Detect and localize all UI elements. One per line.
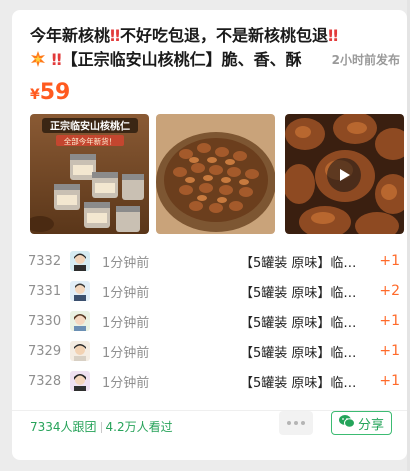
order-quantity: +1 bbox=[379, 373, 400, 389]
avatar bbox=[70, 341, 90, 361]
order-time: 1分钟前 bbox=[102, 315, 150, 331]
price: ¥59 bbox=[30, 80, 70, 105]
order-item: 【5罐装 原味】临安山核桃仁 bbox=[240, 345, 366, 361]
order-quantity: +2 bbox=[379, 283, 400, 299]
order-time: 1分钟前 bbox=[102, 285, 150, 301]
order-item: 【5罐装 原味】临安山核桃仁 bbox=[240, 255, 366, 271]
list-item[interactable]: 7332 1分钟前 【5罐装 原味】临安山核桃仁 +1 bbox=[28, 246, 400, 276]
order-quantity: +1 bbox=[379, 253, 400, 269]
title-text-1b: 不好吃包退，不是新核桃包退 bbox=[120, 26, 329, 45]
viewers-count: 4.2万人看过 bbox=[105, 420, 173, 434]
post-title[interactable]: 今年新核桃‼不好吃包退，不是新核桃包退‼ ‼【正宗临安山核桃仁】脆、香、酥 2小… bbox=[30, 24, 400, 72]
order-number: 7332 bbox=[28, 253, 62, 269]
dot bbox=[301, 421, 305, 425]
price-currency: ¥ bbox=[30, 87, 40, 103]
order-time: 1分钟前 bbox=[102, 255, 150, 271]
order-list: 7332 1分钟前 【5罐装 原味】临安山核桃仁 +1 7331 1分钟前 【5… bbox=[28, 246, 400, 396]
order-item: 【5罐装 原味】临安山核桃仁 bbox=[240, 375, 366, 391]
avatar bbox=[70, 311, 90, 331]
wechat-icon bbox=[338, 414, 355, 432]
walnut-closeup-video[interactable] bbox=[285, 114, 404, 234]
play-icon[interactable] bbox=[327, 158, 361, 192]
title-text-1: 今年新核桃 bbox=[30, 26, 111, 45]
order-time: 1分钟前 bbox=[102, 375, 150, 391]
avatar bbox=[70, 371, 90, 391]
list-item[interactable]: 7330 1分钟前 【5罐装 原味】临安山核桃仁 +1 bbox=[28, 306, 400, 336]
thumb-subcaption: 全部今年新货！ bbox=[64, 136, 117, 146]
group-stats: 7334人跟团 4.2万人看过 bbox=[30, 416, 173, 438]
order-item: 【5罐装 原味】临安山核桃仁 bbox=[240, 315, 366, 331]
share-button[interactable]: 分享 bbox=[331, 411, 392, 435]
title-line-1: 今年新核桃‼不好吃包退，不是新核桃包退‼ bbox=[30, 24, 400, 48]
followers-count: 7334人跟团 bbox=[30, 420, 97, 434]
list-item[interactable]: 7331 1分钟前 【5罐装 原味】临安山核桃仁 +2 bbox=[28, 276, 400, 306]
avatar bbox=[70, 251, 90, 271]
price-value: 59 bbox=[39, 80, 71, 105]
order-number: 7329 bbox=[28, 343, 62, 359]
list-item[interactable]: 7329 1分钟前 【5罐装 原味】临安山核桃仁 +1 bbox=[28, 336, 400, 366]
title-text-2: 【正宗临安山核桃仁】脆、香、酥 bbox=[61, 50, 302, 69]
more-dots-icon[interactable] bbox=[279, 411, 313, 435]
order-number: 7328 bbox=[28, 373, 62, 389]
dot bbox=[287, 421, 291, 425]
walnut-basket-image[interactable] bbox=[156, 114, 275, 234]
dot bbox=[294, 421, 298, 425]
stats-separator bbox=[100, 422, 102, 433]
order-number: 7331 bbox=[28, 283, 62, 299]
avatar bbox=[70, 281, 90, 301]
order-number: 7330 bbox=[28, 313, 62, 329]
thumb-caption: 正宗临安山核桃仁 bbox=[50, 120, 130, 133]
exclamation-icon: ‼ bbox=[110, 26, 121, 45]
exclamation-icon: ‼ bbox=[328, 26, 339, 45]
product-jars-image[interactable]: 正宗临安山核桃仁 全部今年新货！ bbox=[30, 114, 149, 234]
order-quantity: +1 bbox=[379, 343, 400, 359]
share-label: 分享 bbox=[357, 417, 384, 433]
group-buy-card[interactable]: 今年新核桃‼不好吃包退，不是新核桃包退‼ ‼【正宗临安山核桃仁】脆、香、酥 2小… bbox=[12, 10, 407, 460]
order-item: 【5罐装 原味】临安山核桃仁 bbox=[240, 285, 366, 301]
list-item[interactable]: 7328 1分钟前 【5罐装 原味】临安山核桃仁 +1 bbox=[28, 366, 400, 396]
exclamation-icon: ‼ bbox=[51, 50, 62, 69]
posted-time: 2小时前发布 bbox=[303, 48, 400, 72]
order-time: 1分钟前 bbox=[102, 345, 150, 361]
image-gallery: 正宗临安山核桃仁 全部今年新货！ bbox=[30, 114, 405, 234]
collision-icon bbox=[30, 50, 52, 69]
order-quantity: +1 bbox=[379, 313, 400, 329]
